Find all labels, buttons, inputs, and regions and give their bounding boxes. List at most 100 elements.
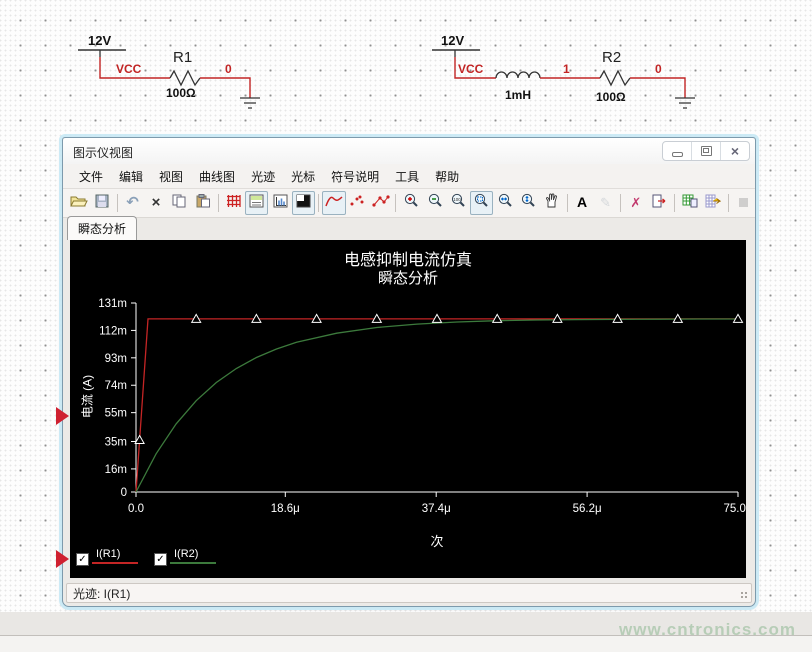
toolbar: ↶ × 100 A ✎ ✗ [63, 189, 755, 218]
legend-checkbox[interactable]: ✓ [154, 553, 167, 566]
export-graph-button[interactable] [648, 191, 671, 215]
zoom-vertical-icon [520, 193, 536, 213]
resize-grip[interactable] [740, 591, 749, 600]
tab-strip: 瞬态分析 [63, 218, 755, 240]
delete-icon: × [152, 194, 161, 212]
save-button[interactable] [90, 191, 113, 215]
zoom-in-icon [403, 193, 419, 213]
zoom-horizontal-icon [497, 193, 513, 213]
restore-icon [701, 146, 712, 156]
toolbar-separator [620, 194, 621, 212]
stop-button[interactable] [732, 191, 755, 215]
toolbar-separator [728, 194, 729, 212]
wire-net0-left[interactable]: 0 [200, 62, 250, 98]
plot-svg: 131m112m93m74m55m35m16m00.018.6μ37.4μ56.… [70, 240, 746, 578]
paste-icon [196, 194, 210, 213]
trace-points-button[interactable] [346, 191, 369, 215]
restore-button[interactable] [692, 142, 721, 160]
delete-button[interactable]: × [144, 191, 167, 215]
zoom-out-icon [427, 193, 443, 213]
zoom-100-button[interactable]: 100 [446, 191, 469, 215]
zoom-100-icon: 100 [450, 193, 466, 213]
menu-cursor[interactable]: 光标 [283, 165, 323, 188]
show-axes-button[interactable] [268, 191, 291, 215]
value-label-R1: 100Ω [166, 86, 196, 100]
zoom-horizontal-button[interactable] [493, 191, 516, 215]
trace-ir1[interactable] [136, 319, 738, 492]
edit-page-button[interactable]: ✎ [594, 191, 617, 215]
menu-edit[interactable]: 编辑 [111, 165, 151, 188]
menu-bar: 文件编辑视图曲线图光迹光标符号说明工具帮助 [63, 164, 755, 189]
show-legend-icon [249, 194, 264, 213]
multisim-workspace: 12V VCC R1 100Ω 0 12V VCC [0, 0, 812, 652]
legend-color-line [92, 562, 138, 564]
legend: ✓I(R1)✓I(R2) [76, 548, 216, 564]
y-tick-label: 0 [121, 487, 127, 499]
add-text-button[interactable]: A [570, 191, 593, 215]
y-axis-label: 电流 (A) [79, 359, 96, 435]
tab-transient-analysis[interactable]: 瞬态分析 [67, 216, 137, 240]
y-tick-label: 35m [105, 437, 127, 449]
x-tick-label: 0.0 [128, 503, 144, 515]
watermark: www.cntronics.com [619, 620, 796, 640]
zoom-in-button[interactable] [399, 191, 422, 215]
power-rail-left[interactable]: 12V [78, 33, 126, 57]
paste-button[interactable] [191, 191, 214, 215]
chart-subtitle: 瞬态分析 [70, 267, 746, 288]
resistor-R1[interactable]: R1 100Ω [166, 49, 200, 100]
wire-vcc-right[interactable]: VCC [455, 57, 496, 78]
menu-legend[interactable]: 符号说明 [323, 165, 387, 188]
show-grid-button[interactable] [221, 191, 244, 215]
title-bar[interactable]: 图示仪视图 × [63, 138, 755, 165]
pan-button[interactable] [540, 191, 563, 215]
svg-text:100: 100 [453, 197, 461, 202]
reverse-colors-button[interactable] [292, 191, 315, 215]
menu-file[interactable]: 文件 [71, 165, 111, 188]
show-legend-button[interactable] [245, 191, 268, 215]
wire-vcc-left[interactable]: VCC [100, 57, 170, 78]
undo-button[interactable]: ↶ [121, 191, 144, 215]
zoom-out-button[interactable] [423, 191, 446, 215]
zoom-vertical-button[interactable] [517, 191, 540, 215]
x-tick-label: 18.6μ [271, 503, 300, 515]
trace-line-button[interactable] [322, 191, 345, 215]
wire-net1-right[interactable]: 1 [540, 62, 600, 78]
zoom-area-icon [473, 193, 489, 213]
status-text: 光迹: I(R1) [73, 585, 130, 602]
close-icon: × [731, 146, 739, 156]
zoom-area-button[interactable] [470, 191, 493, 215]
schematic-canvas: 12V VCC R1 100Ω 0 12V VCC [0, 0, 812, 135]
ground-symbol-right[interactable] [675, 98, 695, 108]
copy-table-button[interactable] [678, 191, 701, 215]
inductor-L1[interactable]: 1mH [496, 72, 540, 102]
menu-help[interactable]: 帮助 [427, 165, 467, 188]
open-icon [70, 194, 88, 213]
trace-ir2[interactable] [136, 319, 738, 492]
menu-graph[interactable]: 曲线图 [191, 165, 243, 188]
show-cursors-button[interactable]: ✗ [624, 191, 647, 215]
status-bar: 光迹: I(R1) [66, 583, 752, 603]
wire-net0-right[interactable]: 0 [630, 62, 685, 98]
menu-trace[interactable]: 光迹 [243, 165, 283, 188]
menu-tools[interactable]: 工具 [387, 165, 427, 188]
add-text-icon: A [577, 194, 587, 212]
open-button[interactable] [67, 191, 90, 215]
net-label-vcc-right: VCC [458, 62, 484, 76]
legend-checkbox[interactable]: ✓ [76, 553, 89, 566]
power-rail-right[interactable]: 12V [432, 33, 480, 57]
minimize-button[interactable] [663, 142, 692, 160]
ground-symbol-left[interactable] [240, 98, 260, 108]
toolbar-separator [318, 194, 319, 212]
toolbar-separator [567, 194, 568, 212]
copy-button[interactable] [168, 191, 191, 215]
minimize-icon [672, 152, 683, 157]
menu-view[interactable]: 视图 [151, 165, 191, 188]
trace-points-line-button[interactable] [369, 191, 392, 215]
reverse-colors-icon [296, 194, 311, 213]
x-tick-label: 75.0μ [723, 503, 746, 515]
resistor-R2[interactable]: R2 100Ω [596, 49, 630, 104]
close-button[interactable]: × [721, 142, 749, 160]
export-excel-button[interactable] [701, 191, 724, 215]
y-tick-label: 131m [98, 298, 127, 310]
legend-label: I(R2) [170, 548, 216, 560]
